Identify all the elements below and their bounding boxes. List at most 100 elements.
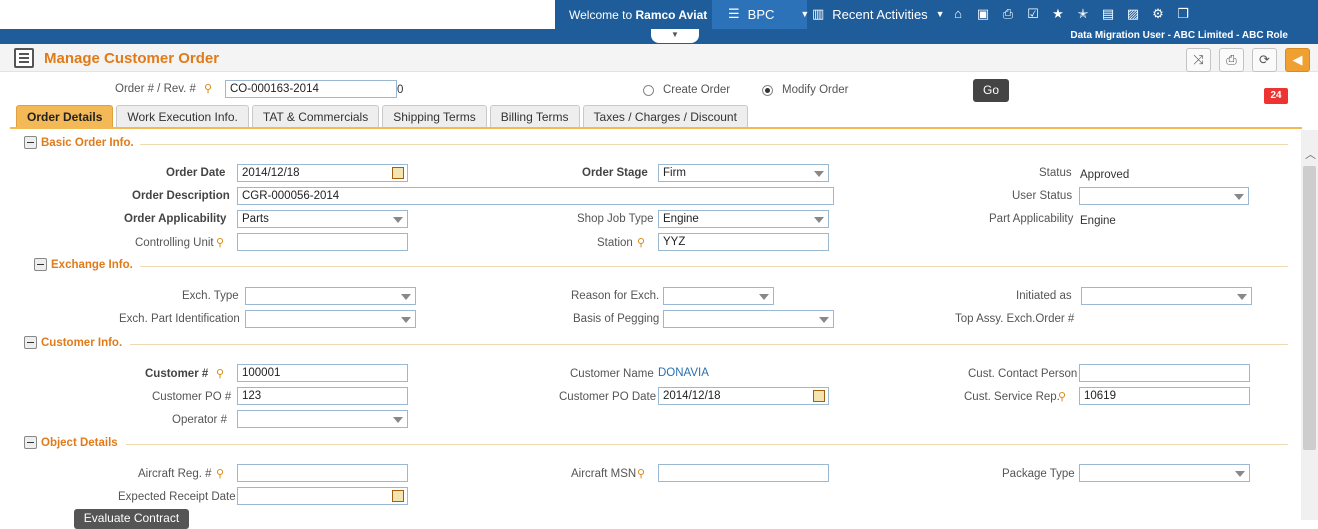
- user-status-select[interactable]: [1079, 187, 1249, 205]
- exchange-info-header[interactable]: Exchange Info.: [34, 258, 133, 271]
- book-icon: ▥: [812, 6, 825, 21]
- chevron-down-icon: ▼: [800, 9, 810, 19]
- object-details-header[interactable]: Object Details: [24, 436, 118, 449]
- search-icon[interactable]: ⚲: [1058, 390, 1066, 403]
- home-icon[interactable]: ⌂: [950, 6, 966, 22]
- window-icon[interactable]: ❐: [1175, 6, 1191, 22]
- exch-part-id-label: Exch. Part Identification: [119, 313, 240, 325]
- order-description-label: Order Description: [132, 190, 230, 202]
- vertical-scrollbar[interactable]: ︿: [1301, 130, 1318, 520]
- chevron-down-icon: ▼: [671, 30, 679, 39]
- star-icon[interactable]: ★: [1050, 6, 1066, 22]
- station-input[interactable]: YYZ: [658, 233, 829, 251]
- exch-part-id-select[interactable]: [245, 310, 416, 328]
- customer-info-header[interactable]: Customer Info.: [24, 336, 122, 349]
- chevron-down-icon: ▼: [935, 9, 945, 19]
- exch-type-label: Exch. Type: [182, 290, 239, 302]
- modify-order-label: Modify Order: [782, 84, 849, 96]
- scrollbar-thumb[interactable]: [1303, 166, 1316, 450]
- service-rep-input[interactable]: 10619: [1079, 387, 1250, 405]
- search-icon[interactable]: ⚲: [216, 367, 224, 380]
- user-status-label: User Status: [1012, 190, 1073, 202]
- divider: [140, 266, 1288, 267]
- initiated-as-select[interactable]: [1081, 287, 1252, 305]
- shuffle-icon: ⤨: [1193, 52, 1204, 67]
- order-stage-value: Firm: [663, 167, 686, 179]
- refresh-button[interactable]: ⟳: [1252, 48, 1277, 72]
- chevron-up-icon[interactable]: ︿: [1305, 146, 1316, 162]
- operator-select[interactable]: [237, 410, 408, 428]
- top-icons: ⌂ ▣ ⎙ ☑ ★ ✭ ▤ ▨ ⚙ ❐: [950, 6, 1191, 22]
- dw-icon[interactable]: ▤: [1100, 6, 1116, 22]
- shuffle-button[interactable]: ⤨: [1186, 48, 1211, 72]
- customer-po-input[interactable]: 123: [237, 387, 408, 405]
- tab-billing-terms[interactable]: Billing Terms: [489, 105, 580, 127]
- order-description-field[interactable]: CGR-000056-2014: [237, 187, 834, 205]
- aircraft-reg-input[interactable]: [237, 464, 408, 482]
- customer-name-link[interactable]: DONAVIA: [658, 367, 709, 379]
- document-icon: [14, 48, 34, 68]
- exch-type-select[interactable]: [245, 287, 416, 305]
- tab-shipping-terms[interactable]: Shipping Terms: [382, 105, 487, 127]
- go-button[interactable]: Go: [973, 79, 1009, 102]
- order-applicability-select[interactable]: Parts: [237, 210, 408, 228]
- bpc-label: BPC: [747, 6, 775, 22]
- status-label: Status: [1039, 167, 1072, 179]
- tab-order-details[interactable]: Order Details: [16, 105, 114, 127]
- search-icon[interactable]: ⚲: [637, 467, 645, 480]
- collapse-toggle[interactable]: ▼: [651, 29, 699, 43]
- search-icon[interactable]: ⚲: [216, 236, 224, 249]
- star-plus-icon[interactable]: ✭: [1075, 6, 1091, 22]
- expected-receipt-field[interactable]: [237, 487, 408, 505]
- inbox-icon[interactable]: ⎙: [1000, 6, 1016, 22]
- collapse-icon: [24, 336, 37, 349]
- order-applicability-label: Order Applicability: [124, 213, 227, 225]
- tab-taxes[interactable]: Taxes / Charges / Discount: [582, 105, 748, 127]
- search-icon[interactable]: ⚲: [216, 467, 224, 480]
- notification-badge[interactable]: 24: [1264, 88, 1288, 104]
- aircraft-msn-input[interactable]: [658, 464, 829, 482]
- picture-icon[interactable]: ▨: [1125, 6, 1141, 22]
- basic-info-header[interactable]: Basic Order Info.: [24, 136, 134, 149]
- list-icon: ☰: [728, 6, 740, 21]
- gear-icon[interactable]: ⚙: [1150, 6, 1166, 22]
- order-date-value: 2014/12/18: [242, 167, 300, 179]
- tab-work-execution[interactable]: Work Execution Info.: [116, 105, 249, 127]
- recent-activities-label: Recent Activities: [832, 6, 928, 22]
- order-stage-select[interactable]: Firm: [658, 164, 829, 182]
- order-number-input[interactable]: CO-000163-2014: [225, 80, 397, 98]
- search-icon[interactable]: ⚲: [204, 82, 212, 95]
- create-order-radio[interactable]: [643, 85, 654, 96]
- collapse-icon: [24, 436, 37, 449]
- chevron-down-icon: [814, 217, 824, 223]
- package-type-select[interactable]: [1079, 464, 1250, 482]
- chevron-down-icon: [819, 317, 829, 323]
- modify-order-radio[interactable]: [762, 85, 773, 96]
- print-button[interactable]: ⎙: [1219, 48, 1244, 72]
- recent-activities-menu[interactable]: ▥ Recent Activities ▼: [812, 6, 945, 22]
- bpc-menu[interactable]: ☰ BPC ▼: [728, 6, 809, 22]
- customer-po-date-label: Customer PO Date: [559, 391, 657, 403]
- station-label: Station: [597, 237, 633, 249]
- evaluate-contract-button[interactable]: Evaluate Contract: [74, 509, 189, 529]
- ms-icon[interactable]: ▣: [975, 6, 991, 22]
- calendar-icon[interactable]: [392, 167, 404, 179]
- basis-pegging-select[interactable]: [663, 310, 834, 328]
- back-button[interactable]: ◀: [1285, 48, 1310, 72]
- refresh-icon: ⟳: [1259, 52, 1270, 67]
- chevron-down-icon: [1235, 471, 1245, 477]
- controlling-unit-input[interactable]: [237, 233, 408, 251]
- revision-value: 0: [397, 84, 404, 96]
- calendar-icon[interactable]: [392, 490, 404, 502]
- tab-tat-commercials[interactable]: TAT & Commercials: [251, 105, 380, 127]
- customer-number-input[interactable]: 100001: [237, 364, 408, 382]
- order-date-field[interactable]: 2014/12/18: [237, 164, 408, 182]
- search-icon[interactable]: ⚲: [637, 236, 645, 249]
- shop-job-type-select[interactable]: Engine: [658, 210, 829, 228]
- order-number-label: Order # / Rev. #: [115, 83, 196, 95]
- customer-po-date-field[interactable]: 2014/12/18: [658, 387, 829, 405]
- check-icon[interactable]: ☑: [1025, 6, 1041, 22]
- reason-exch-select[interactable]: [663, 287, 774, 305]
- calendar-icon[interactable]: [813, 390, 825, 402]
- contact-person-input[interactable]: [1079, 364, 1250, 382]
